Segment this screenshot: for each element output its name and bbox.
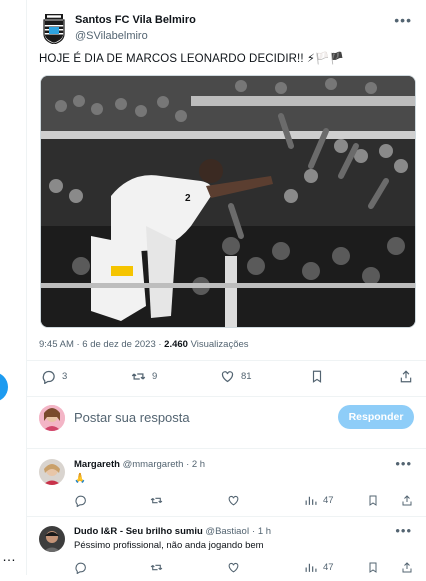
user-avatar[interactable] [39, 405, 65, 431]
reply-action[interactable] [74, 494, 87, 507]
post-actions: 3 9 81 [27, 369, 426, 389]
analytics-icon [305, 563, 317, 572]
comment-time[interactable]: · 2 h [183, 459, 205, 470]
views-count: 47 [323, 562, 334, 573]
bookmark-action[interactable] [310, 369, 324, 384]
more-dots-icon[interactable]: ••• [394, 12, 412, 28]
photo-illustration: 2 [41, 76, 415, 327]
repost-icon [150, 497, 163, 504]
comment-actions: 47 [27, 494, 426, 514]
divider [27, 396, 426, 397]
views-action[interactable]: 47 [304, 494, 334, 507]
comment-header: Margareth @mmargareth · 2 h [74, 459, 205, 470]
comment-author-name[interactable]: Margareth [74, 459, 120, 470]
repost-action[interactable] [150, 561, 163, 574]
heart-icon [228, 562, 239, 573]
author-handle[interactable]: @SVilabelmiro [75, 30, 148, 42]
post-text: HOJE É DIA DE MARCOS LEONARDO DECIDIR!! … [39, 53, 344, 65]
reply-action[interactable] [74, 561, 87, 574]
svg-text:2: 2 [185, 193, 191, 204]
comment-author-handle[interactable]: @mmargareth [123, 459, 184, 470]
reply-action[interactable]: 3 [41, 369, 67, 384]
comment-time[interactable]: · 1 h [249, 526, 271, 537]
post-time[interactable]: 9:45 AM · 6 de dez de 2023 · [39, 339, 164, 350]
views-action[interactable]: 47 [304, 561, 334, 574]
bookmark-icon [312, 370, 322, 383]
repost-icon [150, 564, 163, 571]
reply-input[interactable]: Postar sua resposta [74, 410, 190, 425]
share-icon [402, 562, 412, 573]
post-detail: Santos FC Vila Belmiro @SVilabelmiro •••… [27, 0, 426, 575]
reply-icon [42, 370, 55, 384]
bookmark-icon [369, 495, 377, 506]
comment-text: 🙏 [74, 473, 86, 484]
reply-submit-button[interactable]: Responder [338, 405, 414, 429]
share-action[interactable] [401, 494, 413, 507]
repost-icon [131, 373, 146, 380]
heart-icon [228, 495, 239, 506]
repost-count: 9 [152, 371, 158, 382]
analytics-icon [305, 496, 317, 505]
share-action[interactable] [401, 561, 413, 574]
views-label: Visualizações [187, 339, 249, 350]
comment-actions: 47 [27, 561, 426, 581]
post-photo[interactable]: 2 [40, 75, 416, 328]
reply-icon [75, 562, 86, 574]
divider [27, 360, 426, 361]
views-count: 2.460 [164, 339, 188, 350]
like-count: 81 [241, 371, 252, 382]
share-icon [402, 495, 412, 506]
share-icon [400, 370, 412, 383]
reply-composer: Postar sua resposta Responder [27, 398, 426, 442]
post-meta: 9:45 AM · 6 de dez de 2023 · 2.460 Visua… [39, 339, 249, 350]
more-menu-icon[interactable]: … [2, 548, 17, 564]
more-dots-icon[interactable]: ••• [395, 523, 412, 538]
comment-author-name[interactable]: Dudo I&R - Seu brilho sumiu [74, 526, 203, 537]
divider [27, 516, 426, 517]
comment-avatar[interactable] [39, 459, 65, 485]
share-action[interactable] [399, 369, 413, 384]
more-dots-icon[interactable]: ••• [395, 456, 412, 471]
comment-text: Péssimo profissional, não anda jogando b… [74, 540, 264, 551]
comment-author-handle[interactable]: @BastiaoI [205, 526, 249, 537]
bookmark-action[interactable] [367, 494, 379, 507]
like-action[interactable] [227, 494, 240, 507]
heart-icon [221, 371, 234, 383]
author-name[interactable]: Santos FC Vila Belmiro [75, 14, 196, 26]
bookmark-action[interactable] [367, 561, 379, 574]
reply-icon [75, 495, 86, 507]
like-action[interactable]: 81 [220, 369, 252, 384]
post-header: Santos FC Vila Belmiro @SVilabelmiro ••• [27, 8, 426, 48]
left-rail: … [0, 0, 27, 575]
repost-action[interactable] [150, 494, 163, 507]
bookmark-icon [369, 562, 377, 573]
compose-fab[interactable] [0, 372, 8, 402]
comment-avatar[interactable] [39, 526, 65, 552]
reply-count: 3 [62, 371, 68, 382]
views-count: 47 [323, 495, 334, 506]
comment-header: Dudo I&R - Seu brilho sumiu @BastiaoI · … [74, 526, 271, 537]
divider [27, 448, 426, 449]
repost-action[interactable]: 9 [131, 369, 157, 384]
like-action[interactable] [227, 561, 240, 574]
santos-crest-avatar[interactable] [41, 14, 67, 44]
